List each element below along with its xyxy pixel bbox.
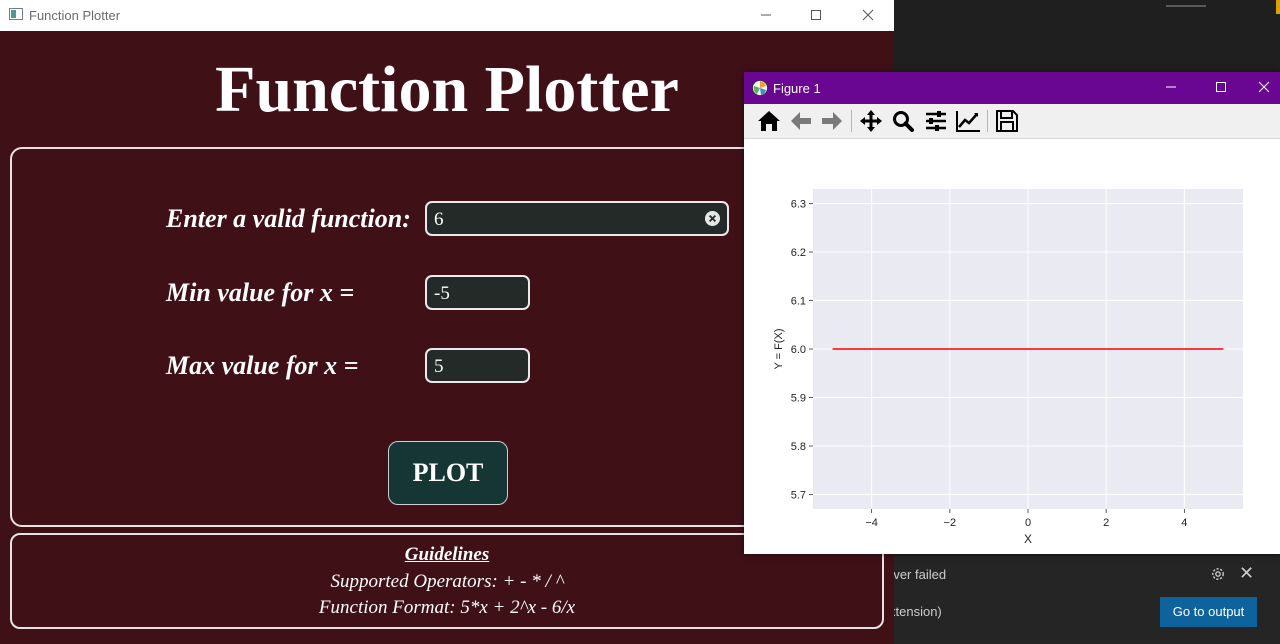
y-tick-label: 5.9 (791, 392, 806, 404)
scroll-marker (1276, 0, 1280, 14)
minimize-button[interactable] (741, 0, 791, 31)
x-tick-label: 4 (1181, 517, 1187, 529)
min-label: Min value for x = (166, 278, 355, 307)
pan-icon[interactable] (858, 109, 884, 133)
x-tick-label: −4 (865, 517, 878, 529)
y-tick-label: 6.0 (791, 344, 806, 356)
notification-source: xtension) (889, 604, 942, 619)
figure-title: Figure 1 (773, 81, 821, 96)
figure-window: Figure 1 −4 −2 0 2 4 5.7 5.8 5.9 6.0 6.1… (744, 72, 1280, 554)
figure-minimize-button[interactable] (1146, 72, 1196, 104)
minimize-icon (761, 14, 771, 16)
save-icon[interactable] (994, 109, 1020, 133)
figure-toolbar (744, 104, 1280, 139)
app-icon (9, 8, 23, 20)
function-format: Function Format: 5*x + 2^x - 6/x (318, 597, 576, 618)
y-tick-label: 5.7 (791, 489, 806, 501)
plot-canvas[interactable]: −4 −2 0 2 4 5.7 5.8 5.9 6.0 6.1 6.2 6.3 X Y = F(X) (744, 139, 1280, 553)
minimize-icon (1166, 86, 1176, 88)
toolbar-separator (851, 110, 852, 132)
x-tick-label: 0 (1025, 517, 1031, 529)
x-tick-label: −2 (944, 517, 957, 529)
back-icon[interactable] (788, 109, 814, 133)
window-title: Function Plotter (29, 8, 121, 23)
clear-icon[interactable] (705, 211, 720, 226)
minimap-line (1166, 5, 1206, 7)
notification-message: rver failed (889, 567, 947, 582)
forward-icon[interactable] (819, 109, 845, 133)
notification-toast: rver failed ✕ xtension) Go to output (889, 556, 1280, 644)
go-to-output-button[interactable]: Go to output (1160, 597, 1257, 627)
max-label: Max value for x = (166, 351, 359, 380)
gear-icon[interactable] (1210, 566, 1226, 582)
close-icon (1258, 81, 1269, 93)
close-icon (862, 9, 874, 21)
toolbar-separator (987, 110, 988, 132)
supported-operators: Supported Operators: + - * / ^ (330, 571, 564, 592)
home-icon[interactable] (756, 109, 782, 133)
function-input[interactable]: 6 (425, 201, 729, 236)
close-icon[interactable]: ✕ (1239, 564, 1254, 582)
x-tick-label: 2 (1103, 517, 1109, 529)
figure-close-button[interactable] (1247, 72, 1280, 104)
max-x-input[interactable]: 5 (425, 348, 530, 383)
edit-axis-icon[interactable] (955, 109, 981, 133)
y-tick-label: 6.1 (791, 296, 806, 308)
y-tick-label: 6.3 (791, 199, 806, 211)
figure-title-bar: Figure 1 (744, 72, 1280, 104)
maximize-icon (1216, 82, 1226, 92)
min-x-value: -5 (434, 283, 450, 304)
title-bar: Function Plotter (0, 0, 894, 31)
figure-maximize-button[interactable] (1196, 72, 1246, 104)
maximize-button[interactable] (791, 0, 841, 31)
matplotlib-icon (752, 80, 768, 96)
function-label: Enter a valid function: (166, 204, 411, 233)
configure-subplots-icon[interactable] (923, 109, 949, 133)
maximize-icon (811, 10, 821, 20)
y-tick-label: 5.8 (791, 441, 806, 453)
y-axis-label: Y = F(X) (773, 328, 785, 369)
zoom-icon[interactable] (890, 109, 916, 133)
max-x-value: 5 (434, 356, 444, 377)
min-x-input[interactable]: -5 (425, 275, 530, 310)
function-input-value: 6 (434, 209, 444, 230)
plot-button[interactable]: PLOT (388, 441, 508, 505)
close-button[interactable] (843, 0, 893, 31)
y-tick-label: 6.2 (791, 247, 806, 259)
x-axis-label: X (1024, 532, 1032, 546)
